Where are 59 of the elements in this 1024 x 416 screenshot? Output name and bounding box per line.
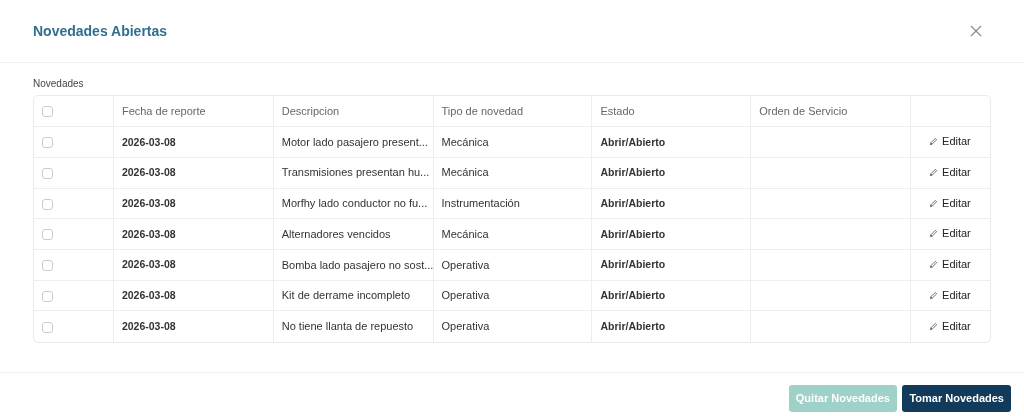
column-header: Orden de Servicio [759, 104, 848, 117]
table-cell: 2026-03-08 [121, 289, 176, 302]
edit-button[interactable]: Editar [929, 194, 971, 212]
table-cell: 2026-03-08 [121, 135, 176, 148]
checkbox[interactable] [42, 137, 53, 149]
table-cell: Abrir/Abierto [600, 166, 666, 179]
edit-button[interactable]: Editar [929, 225, 971, 242]
pencil-icon [929, 259, 939, 269]
table-cell: Mecánica [441, 166, 489, 179]
edit-button[interactable]: Editar [929, 164, 971, 181]
edit-button[interactable]: Editar [929, 256, 971, 273]
table-cell: Abrir/Abierto [600, 197, 666, 210]
table-cell: Operativa [441, 320, 490, 333]
table-cell: 2026-03-08 [121, 227, 176, 240]
column-header: Descripcion [281, 104, 340, 117]
edit-button[interactable]: Editar [929, 133, 971, 150]
pencil-icon [929, 290, 939, 300]
checkbox[interactable] [42, 198, 53, 210]
pencil-icon [929, 137, 939, 147]
pencil-icon [929, 167, 939, 177]
table-cell: Bomba lado pasajero no sost... [281, 258, 434, 271]
table-cell: Abrir/Abierto [600, 258, 666, 271]
table-cell: Morfhy lado conductor no fu... [281, 197, 428, 210]
checkbox[interactable] [42, 106, 53, 118]
action-button[interactable]: Tomar Novedades [902, 385, 1011, 412]
checkbox[interactable] [42, 321, 53, 333]
table-cell: Mecánica [441, 227, 489, 240]
pencil-icon [929, 229, 939, 239]
edit-button[interactable]: Editar [929, 286, 971, 304]
column-header: Fecha de reporte [121, 104, 206, 117]
checkbox[interactable] [42, 290, 53, 302]
table-cell: Abrir/Abierto [600, 227, 666, 240]
pencil-icon [929, 321, 939, 331]
table-cell: 2026-03-08 [121, 320, 176, 333]
modal-title: Novedades Abiertas [33, 22, 168, 40]
edit-button[interactable]: Editar [929, 317, 971, 335]
table-cell: Instrumentación [441, 197, 520, 210]
table-cell: No tiene llanta de repuesto [281, 320, 414, 333]
checkbox[interactable] [42, 260, 53, 272]
checkbox[interactable] [42, 229, 53, 241]
table-cell: 2026-03-08 [121, 197, 176, 210]
table-cell: Mecánica [441, 135, 489, 148]
table-cell: Alternadores vencidos [281, 227, 391, 240]
table-cell: 2026-03-08 [121, 258, 176, 271]
table-cell: Abrir/Abierto [600, 289, 666, 302]
table-cell: Kit de derrame incompleto [281, 289, 411, 302]
checkbox[interactable] [42, 168, 53, 180]
table-cell: Operativa [441, 289, 490, 302]
column-header: Tipo de novedad [441, 104, 524, 117]
table-cell: Transmisiones presentan hu... [281, 166, 430, 179]
table-cell: 2026-03-08 [121, 166, 176, 179]
pencil-icon [929, 198, 939, 208]
close-icon[interactable] [970, 25, 982, 37]
section-label: Novedades [33, 77, 84, 91]
table-cell: Abrir/Abierto [600, 320, 666, 333]
table-cell: Operativa [441, 258, 490, 271]
column-header: Estado [600, 104, 635, 117]
table-cell: Motor lado pasajero present... [281, 135, 428, 148]
table-cell: Abrir/Abierto [600, 135, 666, 148]
